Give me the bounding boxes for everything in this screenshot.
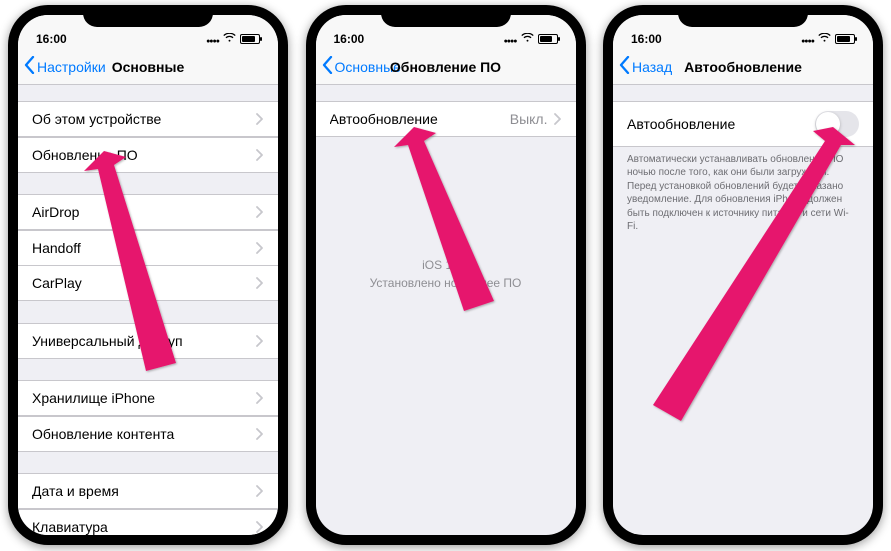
chevron-right-icon (256, 113, 264, 125)
back-button[interactable]: Назад (619, 56, 672, 77)
wifi-icon (223, 32, 236, 46)
chevron-left-icon (24, 56, 35, 77)
nav-bar: Настройки Основные (18, 49, 278, 85)
cell-label: CarPlay (32, 275, 256, 291)
signal-icon (206, 32, 219, 46)
cell-label: Автообновление (627, 116, 815, 132)
cell-label: Универсальный доступ (32, 333, 256, 349)
back-button[interactable]: Настройки (24, 56, 106, 77)
notch (678, 5, 808, 27)
signal-icon (801, 32, 814, 46)
signal-icon (504, 32, 517, 46)
phone-frame-1: 16:00 Настройки Основные Об этом устройс… (8, 5, 288, 545)
page-title: Обновление ПО (390, 59, 501, 75)
cell-label: Дата и время (32, 483, 256, 499)
notch (83, 5, 213, 27)
cell-label: AirDrop (32, 204, 256, 220)
battery-icon (538, 34, 558, 44)
chevron-right-icon (256, 149, 264, 161)
auto-update-cell[interactable]: Автообновление Выкл. (316, 101, 576, 137)
status-time: 16:00 (334, 32, 365, 46)
settings-cell[interactable]: Об этом устройстве (18, 101, 278, 137)
battery-icon (240, 34, 260, 44)
settings-cell[interactable]: Хранилище iPhone (18, 380, 278, 416)
status-indicators (504, 32, 558, 46)
content: Автообновление Автоматически устанавлива… (613, 85, 873, 535)
wifi-icon (521, 32, 534, 46)
phone-frame-3: 16:00 Назад Автообновление Автообновлени… (603, 5, 883, 545)
chevron-right-icon (256, 392, 264, 404)
settings-cell[interactable]: Универсальный доступ (18, 323, 278, 359)
chevron-right-icon (256, 521, 264, 533)
screen-2: 16:00 Основные Обновление ПО Автообновле… (316, 15, 576, 535)
settings-cell[interactable]: Обновление контента (18, 416, 278, 452)
battery-icon (835, 34, 855, 44)
back-label: Назад (632, 59, 672, 75)
cell-label: Автообновление (330, 111, 510, 127)
settings-cell[interactable]: AirDrop (18, 194, 278, 230)
page-title: Автообновление (684, 59, 802, 75)
chevron-right-icon (256, 485, 264, 497)
cell-label: Обновление ПО (32, 147, 256, 163)
settings-cell[interactable]: Обновление ПО (18, 137, 278, 173)
chevron-left-icon (619, 56, 630, 77)
chevron-left-icon (322, 56, 333, 77)
back-label: Настройки (37, 59, 106, 75)
toggle-knob (816, 112, 840, 136)
update-status: iOS 12.1 Установлено новейшее ПО (316, 257, 576, 293)
toggle-switch[interactable] (815, 111, 859, 137)
footer-description: Автоматически устанавливать обновления П… (613, 147, 873, 240)
status-indicators (206, 32, 260, 46)
notch (381, 5, 511, 27)
update-message: Установлено новейшее ПО (370, 276, 522, 290)
content: Автообновление Выкл. iOS 12.1 Установлен… (316, 85, 576, 535)
status-time: 16:00 (36, 32, 67, 46)
phone-frame-2: 16:00 Основные Обновление ПО Автообновле… (306, 5, 586, 545)
settings-cell[interactable]: CarPlay (18, 265, 278, 301)
screen-1: 16:00 Настройки Основные Об этом устройс… (18, 15, 278, 535)
cell-label: Handoff (32, 240, 256, 256)
cell-label: Об этом устройстве (32, 111, 256, 127)
settings-cell[interactable]: Дата и время (18, 473, 278, 509)
chevron-right-icon (554, 113, 562, 125)
cell-detail: Выкл. (510, 111, 548, 127)
auto-update-toggle-cell[interactable]: Автообновление (613, 101, 873, 147)
status-indicators (801, 32, 855, 46)
screen-3: 16:00 Назад Автообновление Автообновлени… (613, 15, 873, 535)
chevron-right-icon (256, 428, 264, 440)
ios-version: iOS 12.1 (336, 257, 556, 274)
chevron-right-icon (256, 335, 264, 347)
chevron-right-icon (256, 277, 264, 289)
chevron-right-icon (256, 206, 264, 218)
nav-bar: Назад Автообновление (613, 49, 873, 85)
settings-cell[interactable]: Handoff (18, 230, 278, 266)
cell-label: Хранилище iPhone (32, 390, 256, 406)
cell-label: Клавиатура (32, 519, 256, 535)
chevron-right-icon (256, 242, 264, 254)
nav-bar: Основные Обновление ПО (316, 49, 576, 85)
wifi-icon (818, 32, 831, 46)
cell-label: Обновление контента (32, 426, 256, 442)
status-time: 16:00 (631, 32, 662, 46)
settings-cell[interactable]: Клавиатура (18, 509, 278, 536)
settings-list[interactable]: Об этом устройстве Обновление ПО AirDrop Ha… (18, 85, 278, 535)
page-title: Основные (112, 59, 185, 75)
